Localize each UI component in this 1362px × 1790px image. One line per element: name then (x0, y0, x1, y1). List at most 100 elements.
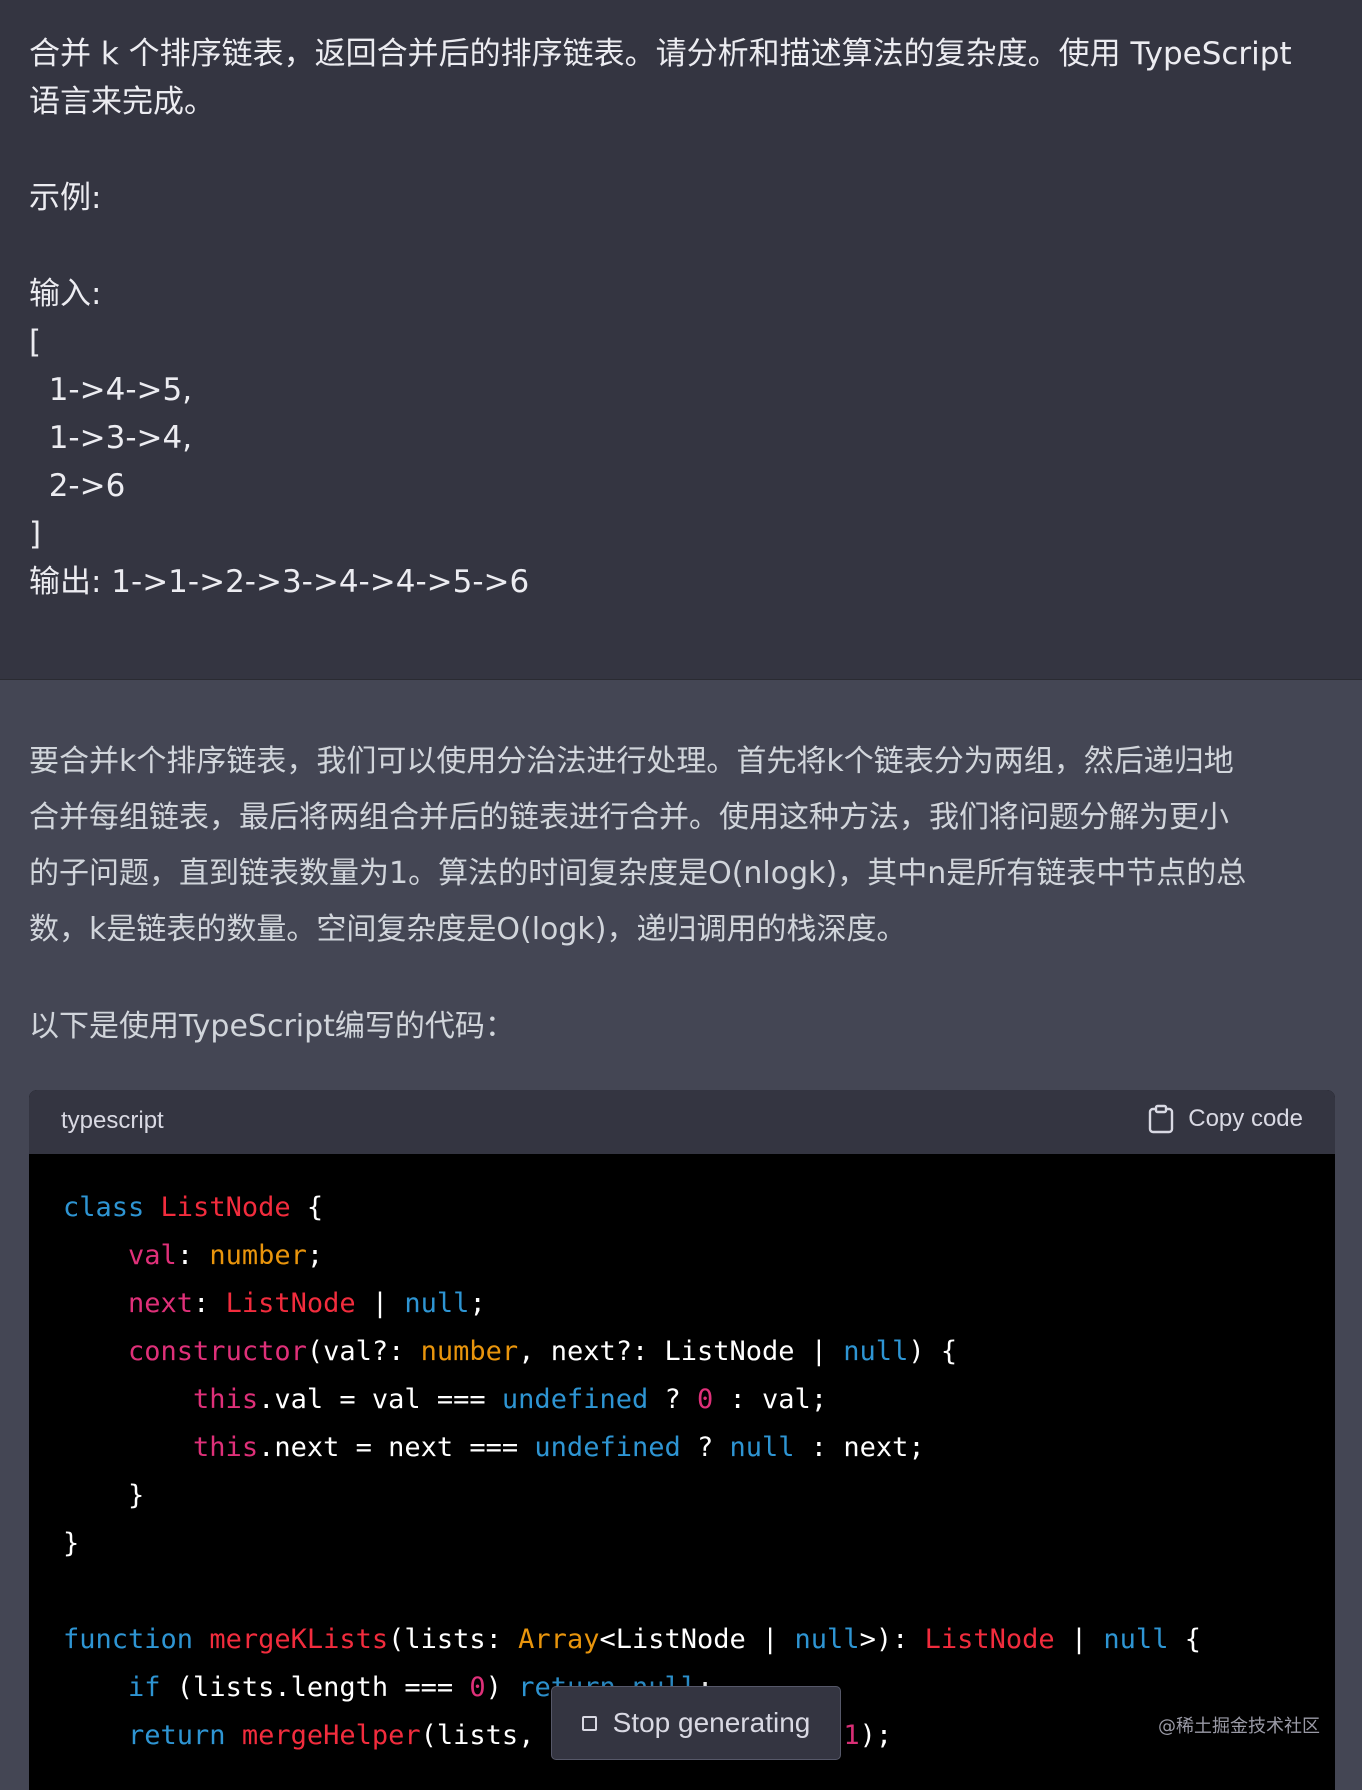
code-line: val: number; (63, 1232, 1335, 1280)
code-token: : val; (713, 1384, 828, 1415)
user-message-line: [ (29, 324, 42, 360)
code-line: class ListNode { (63, 1184, 1335, 1232)
code-token: mergeKLists (209, 1624, 389, 1655)
copy-code-button[interactable]: Copy code (1148, 1104, 1303, 1134)
code-token: ? (680, 1432, 730, 1463)
code-block: typescript Copy code class ListNode { va… (29, 1090, 1335, 1790)
user-message-line: 合并 k 个排序链表，返回合并后的排序链表。请分析和描述算法的复杂度。使用 Ty… (29, 36, 1292, 72)
code-token: undefined (501, 1384, 649, 1415)
code-token: null (843, 1336, 909, 1367)
code-intro-text: 以下是使用TypeScript编写的代码： (29, 1009, 515, 1044)
user-message-line: ] (29, 516, 42, 552)
code-line: } (63, 1520, 1335, 1568)
code-token: ); (859, 1720, 893, 1751)
code-line: constructor(val?: number, next?: ListNod… (63, 1328, 1335, 1376)
code-token: : (176, 1240, 210, 1271)
code-token: Array (518, 1624, 600, 1655)
code-token: constructor (128, 1336, 307, 1367)
code-token: (lists, (420, 1720, 551, 1751)
code-token: val (128, 1240, 177, 1271)
code-content[interactable]: class ListNode { val: number; next: List… (29, 1154, 1335, 1760)
code-token: 0 (697, 1384, 714, 1415)
user-message-line: 输出: 1->1->2->3->4->4->5->6 (29, 564, 530, 600)
code-token: ListNode (160, 1192, 291, 1223)
code-line: this.val = val === undefined ? 0 : val; (63, 1376, 1335, 1424)
code-token: this (193, 1432, 259, 1463)
code-token: 1 (843, 1720, 860, 1751)
code-token: if (128, 1672, 161, 1703)
explanation-paragraph: 要合并k个排序链表，我们可以使用分治法进行处理。首先将k个链表分为两组，然后递归… (29, 734, 1339, 958)
code-token: : next; (794, 1432, 925, 1463)
code-line: this.next = next === undefined ? null : … (63, 1424, 1335, 1472)
user-message-line: 1->4->5, (29, 372, 193, 408)
user-message: 合并 k 个排序链表，返回合并后的排序链表。请分析和描述算法的复杂度。使用 Ty… (0, 0, 1362, 680)
code-token: return (128, 1720, 226, 1751)
code-token: undefined (534, 1432, 681, 1463)
code-token: null (1103, 1624, 1169, 1655)
code-line: } (63, 1472, 1335, 1520)
user-message-line: 语言来完成。 (29, 84, 215, 120)
code-token: <ListNode | (599, 1624, 795, 1655)
clipboard-icon (1148, 1104, 1174, 1134)
code-token: | (355, 1288, 405, 1319)
code-token: mergeHelper (241, 1720, 421, 1751)
code-token: } (63, 1528, 80, 1559)
code-token: { (290, 1192, 324, 1223)
user-message-text: 合并 k 个排序链表，返回合并后的排序链表。请分析和描述算法的复杂度。使用 Ty… (29, 30, 1329, 606)
user-message-line (29, 222, 1329, 270)
code-header: typescript Copy code (29, 1090, 1335, 1154)
code-token: | (1054, 1624, 1104, 1655)
code-token: ; (306, 1240, 324, 1271)
code-token: 0 (469, 1672, 486, 1703)
user-message-line: 示例: (29, 180, 102, 216)
copy-code-label: Copy code (1188, 1105, 1303, 1132)
code-token: ListNode (225, 1288, 356, 1319)
code-line: function mergeKLists(lists: Array<ListNo… (63, 1616, 1335, 1664)
stop-square-icon (581, 1715, 597, 1731)
code-token: next (128, 1288, 194, 1319)
user-message-line: 2->6 (29, 468, 126, 504)
stop-generating-label: Stop generating (612, 1707, 811, 1738)
code-token: ) { (908, 1336, 958, 1367)
stop-generating-button[interactable]: Stop generating (551, 1686, 841, 1760)
code-token: this (193, 1384, 259, 1415)
code-token: null (794, 1624, 860, 1655)
code-token: .val = val === (258, 1384, 502, 1415)
code-language-label: typescript (61, 1107, 164, 1134)
paragraph-line: 合并每组链表，最后将两组合并后的链表进行合并。使用这种方法，我们将问题分解为更小 (29, 800, 1229, 835)
code-token: null (729, 1432, 795, 1463)
code-token: .next = next === (258, 1432, 535, 1463)
watermark: @稀土掘金技术社区 (1158, 1716, 1320, 1737)
code-token: { (1168, 1624, 1201, 1655)
paragraph-line: 数，k是链表的数量。空间复杂度是O(logk)，递归调用的栈深度。 (29, 912, 907, 947)
paragraph-line: 的子问题，直到链表数量为1。算法的时间复杂度是O(nlogk)，其中n是所有链表… (29, 856, 1247, 891)
code-token: : (193, 1288, 226, 1319)
code-token: number (420, 1336, 519, 1367)
assistant-message: 要合并k个排序链表，我们可以使用分治法进行处理。首先将k个链表分为两组，然后递归… (0, 681, 1362, 1790)
code-token: } (63, 1480, 145, 1511)
code-token: ; (469, 1288, 486, 1319)
code-token: function (63, 1624, 194, 1655)
code-token: ) (485, 1672, 519, 1703)
code-token: (val?: (306, 1336, 421, 1367)
user-message-line: 1->3->4, (29, 420, 193, 456)
code-token: class (63, 1192, 145, 1223)
code-token: (lists: (388, 1624, 519, 1655)
user-message-line (29, 126, 1329, 174)
code-token: >): (859, 1624, 925, 1655)
code-line: next: ListNode | null; (63, 1280, 1335, 1328)
code-token: (lists.length === (160, 1672, 470, 1703)
user-message-line: 输入: (29, 276, 102, 312)
code-token: , next?: ListNode | (518, 1336, 844, 1367)
code-token: ? (648, 1384, 698, 1415)
